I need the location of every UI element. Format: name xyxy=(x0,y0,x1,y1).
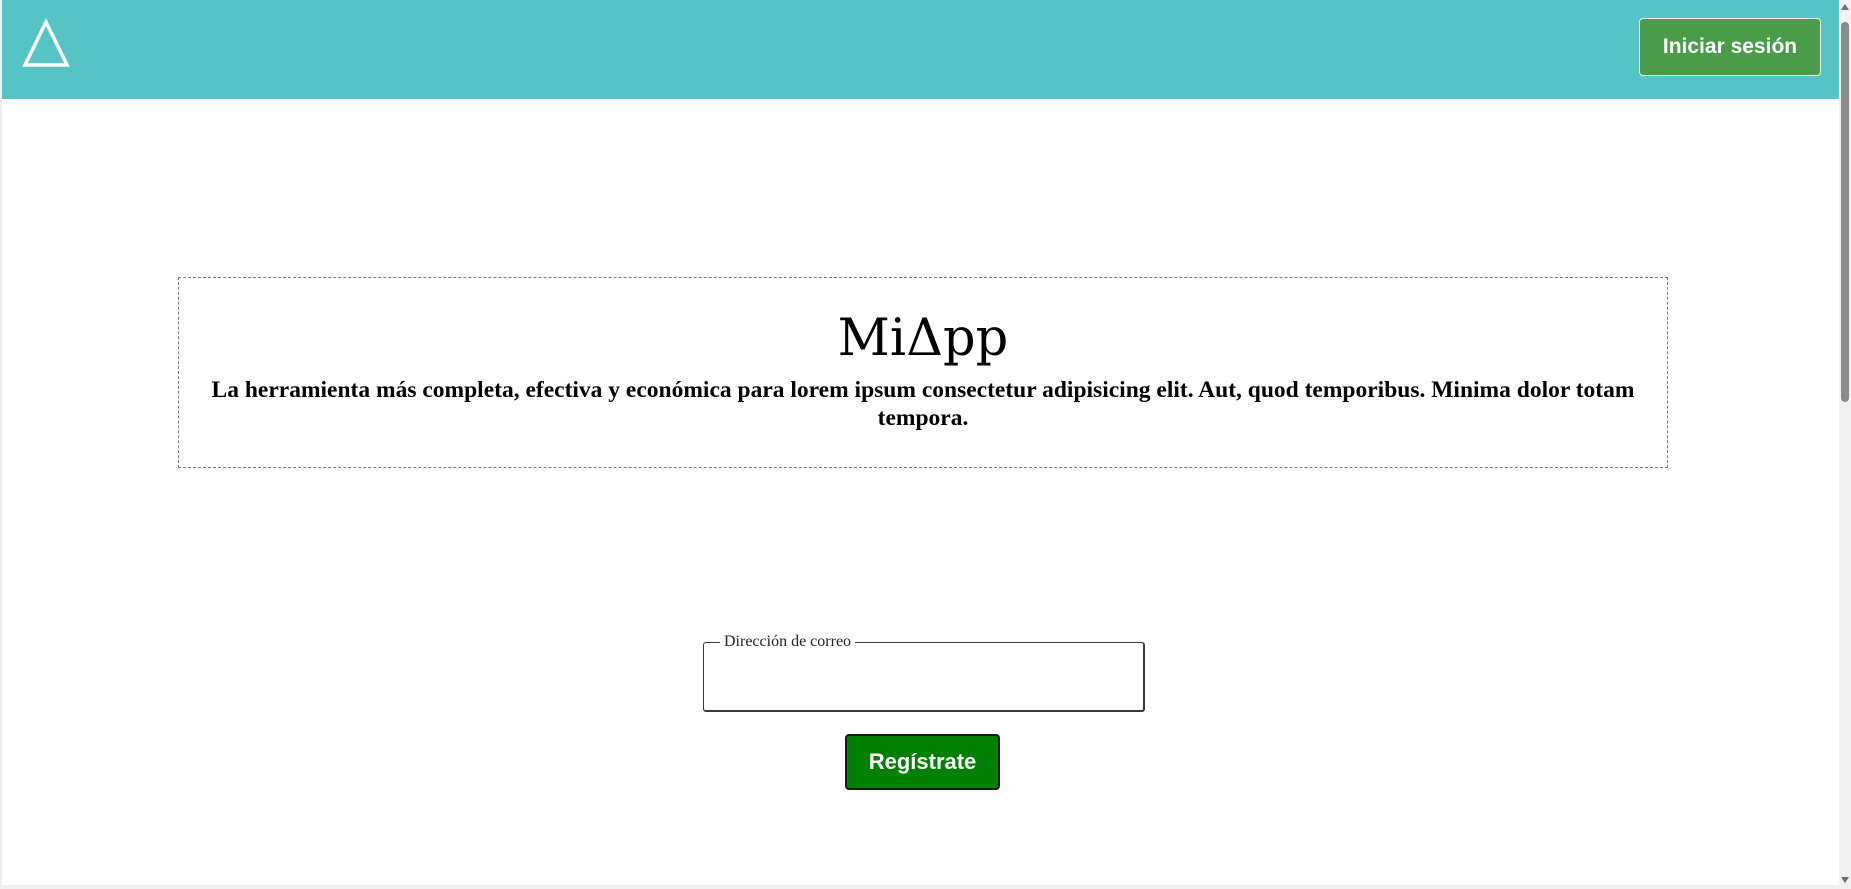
email-field[interactable]: Dirección de correo xyxy=(703,633,1145,712)
email-input[interactable] xyxy=(712,651,1135,705)
app-tagline: La herramienta más completa, efectiva y … xyxy=(211,377,1635,431)
hero-box: MiΔpp La herramienta más completa, efect… xyxy=(178,277,1668,468)
email-field-label: Dirección de correo xyxy=(724,633,852,650)
triangle-delta-icon[interactable] xyxy=(22,18,70,68)
vertical-scrollbar[interactable] xyxy=(1839,0,1851,889)
scrollbar-thumb[interactable] xyxy=(1841,22,1849,402)
scroll-down-arrow-icon[interactable] xyxy=(1841,877,1849,883)
top-header: Iniciar sesión xyxy=(2,0,1845,99)
app-title: MiΔpp xyxy=(837,309,1009,368)
signup-button[interactable]: Regístrate xyxy=(845,734,1000,790)
scroll-up-arrow-icon[interactable] xyxy=(1841,4,1849,10)
login-button[interactable]: Iniciar sesión xyxy=(1639,18,1821,76)
browser-viewport: Iniciar sesión MiΔpp La herramienta más … xyxy=(0,0,1851,889)
page: Iniciar sesión MiΔpp La herramienta más … xyxy=(2,0,1845,885)
